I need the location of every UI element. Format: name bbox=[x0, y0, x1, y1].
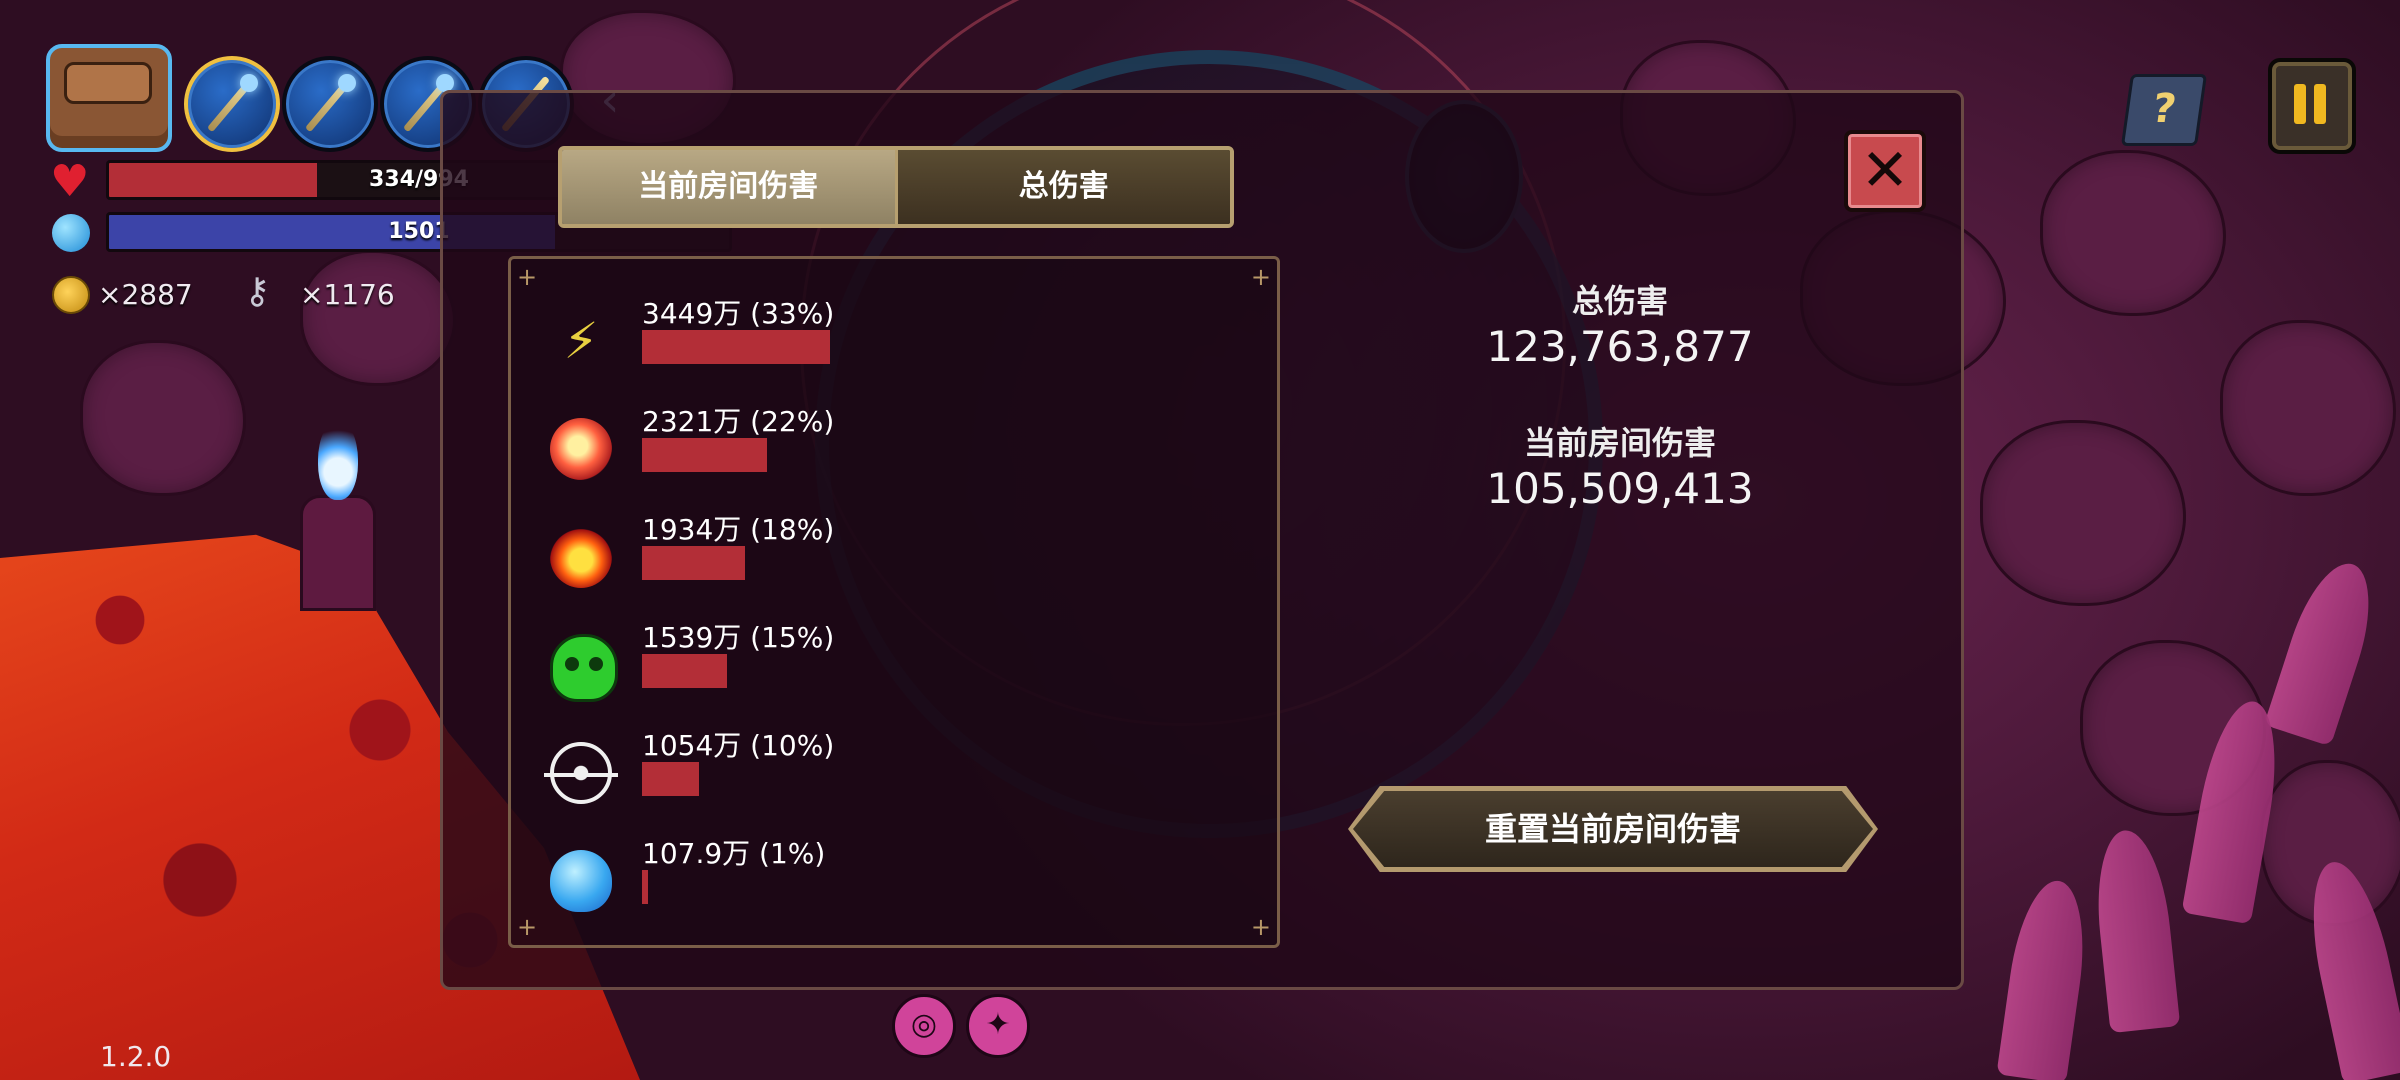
corner-ornament: + bbox=[517, 913, 538, 941]
staff-skill-icon[interactable] bbox=[282, 56, 378, 152]
explosion-icon bbox=[550, 418, 612, 480]
reset-room-damage-button[interactable]: 重置当前房间伤害 bbox=[1348, 786, 1878, 872]
damage-row-bar bbox=[642, 546, 745, 580]
staff-skill-icon[interactable] bbox=[184, 56, 280, 152]
damage-row: 2321万 (22%) bbox=[540, 400, 1060, 496]
damage-row-label: 1539万 (15%) bbox=[642, 621, 835, 654]
wand-tip bbox=[240, 74, 258, 92]
flesh-cell bbox=[2040, 150, 2226, 316]
lightning-icon: ⚡ bbox=[563, 312, 599, 370]
heart-icon: ♥ bbox=[50, 156, 90, 207]
flesh-cell bbox=[300, 250, 456, 386]
damage-row: 1539万 (15%) bbox=[540, 616, 1060, 712]
damage-row-bar bbox=[642, 330, 830, 364]
damage-row-label: 1054万 (10%) bbox=[642, 729, 835, 762]
version-label: 1.2.0 bbox=[100, 1040, 172, 1073]
damage-row-bar bbox=[642, 870, 648, 904]
mana-orb-icon bbox=[52, 214, 90, 252]
flesh-cell bbox=[80, 340, 246, 496]
reset-button-label: 重置当前房间伤害 bbox=[1484, 810, 1741, 848]
tab-total-damage[interactable]: 总伤害 bbox=[897, 150, 1230, 224]
damage-row: ⚡ 3449万 (33%) bbox=[540, 292, 1060, 388]
corner-ornament: + bbox=[1250, 263, 1271, 291]
close-button[interactable]: ✕ bbox=[1844, 130, 1926, 212]
flame-icon bbox=[550, 526, 612, 588]
bag-icon[interactable] bbox=[46, 44, 172, 152]
damage-row-label: 3449万 (33%) bbox=[642, 297, 835, 330]
help-book-icon[interactable]: ? bbox=[2120, 74, 2208, 146]
tab-current-room-damage[interactable]: 当前房间伤害 bbox=[562, 150, 898, 224]
swirl-status-icon[interactable]: ◎ bbox=[892, 994, 956, 1058]
damage-row-label: 2321万 (22%) bbox=[642, 405, 835, 438]
pause-icon bbox=[2294, 84, 2306, 124]
dash-status-icon[interactable]: ✦ bbox=[966, 994, 1030, 1058]
damage-row-bar bbox=[642, 762, 699, 796]
water-drop-icon bbox=[550, 850, 612, 912]
damage-row-bar bbox=[642, 438, 768, 472]
flesh-cell bbox=[1980, 420, 2186, 606]
corner-ornament: + bbox=[1250, 913, 1271, 941]
room-damage-value: 105,509,413 bbox=[1486, 464, 1754, 513]
damage-tabs: 当前房间伤害 总伤害 bbox=[558, 146, 1234, 228]
key-count: ×1176 bbox=[300, 278, 395, 311]
coin-icon bbox=[52, 276, 90, 314]
room-damage-label: 当前房间伤害 bbox=[1523, 424, 1716, 462]
damage-row: 107.9万 (1%) bbox=[540, 832, 1060, 928]
total-damage-label: 总伤害 bbox=[1571, 282, 1668, 320]
poison-skull-icon bbox=[550, 634, 618, 702]
key-icon: ⚷ bbox=[244, 271, 271, 312]
total-damage-value: 123,763,877 bbox=[1486, 322, 1754, 371]
damage-row-label: 107.9万 (1%) bbox=[642, 837, 826, 870]
pause-button[interactable] bbox=[2268, 58, 2356, 154]
pause-icon bbox=[2314, 84, 2326, 124]
damage-row: 1934万 (18%) bbox=[540, 508, 1060, 604]
pillar bbox=[300, 495, 376, 611]
blue-wisp bbox=[318, 420, 358, 500]
coin-count: ×2887 bbox=[98, 278, 193, 311]
flesh-cell bbox=[2220, 320, 2396, 496]
damage-row-bar bbox=[642, 654, 728, 688]
bag-flap bbox=[64, 62, 152, 104]
damage-row-label: 1934万 (18%) bbox=[642, 513, 835, 546]
damage-row: 1054万 (10%) bbox=[540, 724, 1060, 820]
wand-tip bbox=[338, 74, 356, 92]
eye-sigil-icon bbox=[544, 742, 618, 804]
corner-ornament: + bbox=[517, 263, 538, 291]
